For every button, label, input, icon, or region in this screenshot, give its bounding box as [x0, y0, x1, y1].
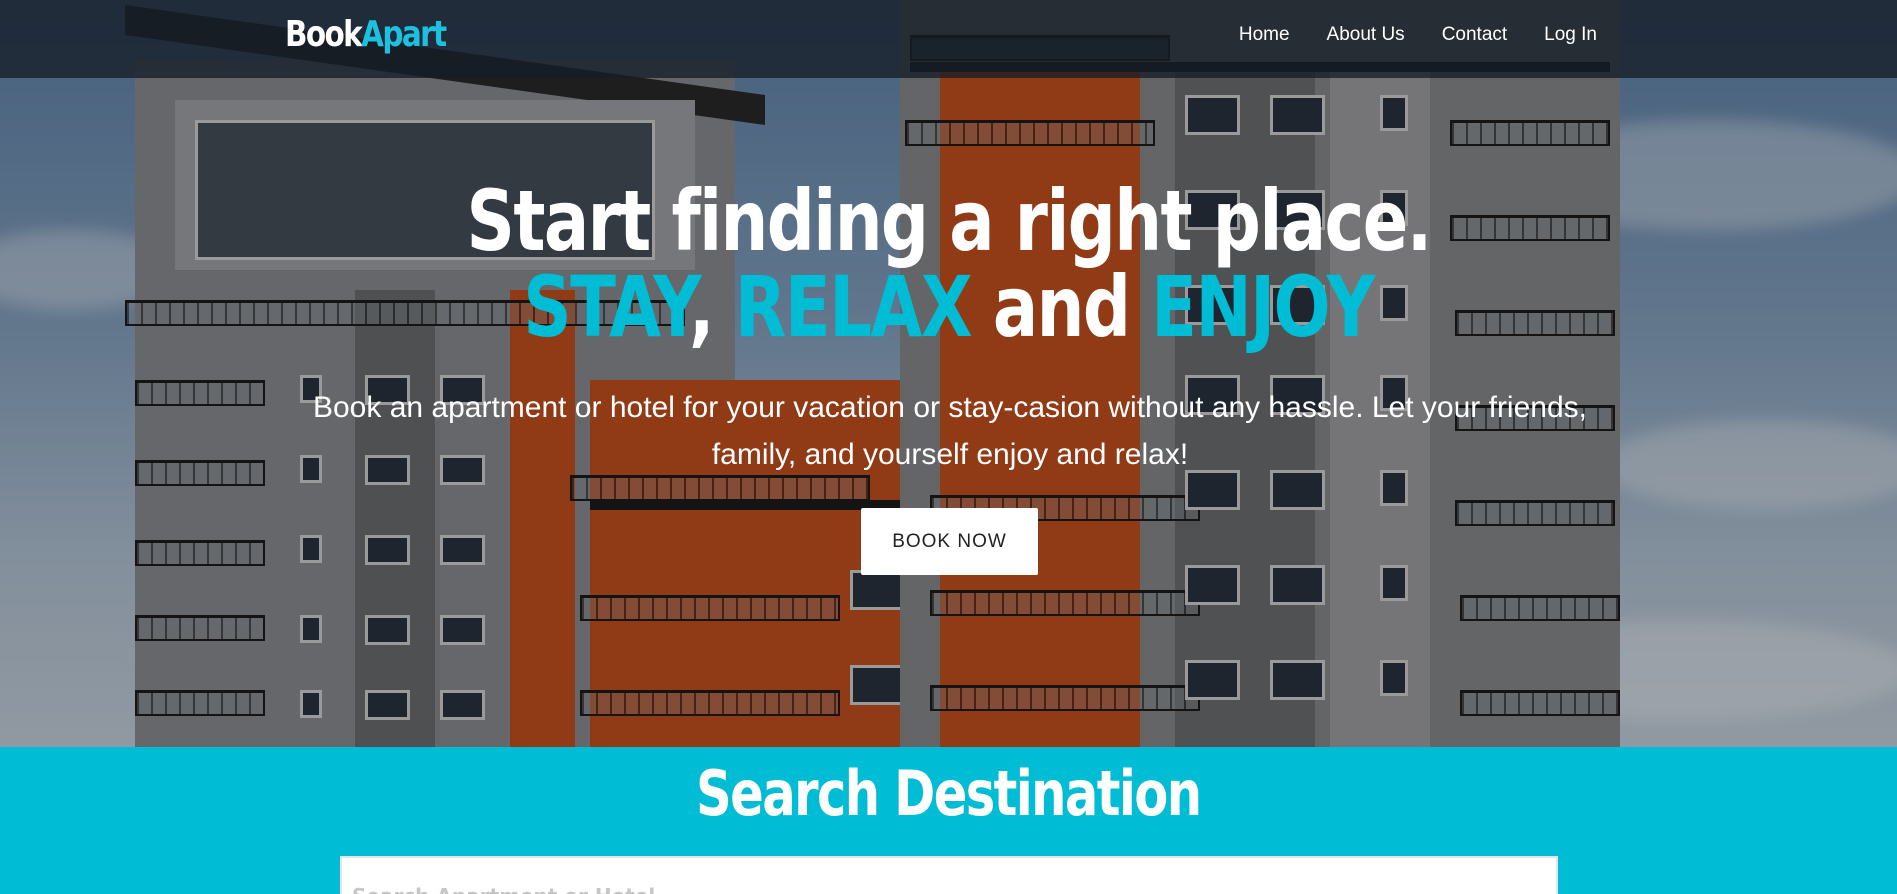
nav-link-contact[interactable]: Contact	[1442, 24, 1507, 46]
headline-separator-comma: ,	[689, 258, 735, 356]
search-section-title-text: Search Destination	[696, 757, 1202, 830]
headline-word-enjoy: ENJOY	[1151, 258, 1375, 356]
brand-logo[interactable]: BookApart	[285, 14, 447, 55]
nav-link-about-us[interactable]: About Us	[1327, 24, 1405, 46]
hero-headline-line1: Start finding a right place.	[0, 172, 1897, 270]
headline-separator-and: and	[971, 258, 1152, 356]
search-section: Search Destination	[0, 747, 1897, 894]
search-section-title: Search Destination	[0, 757, 1897, 830]
hero-headline-line2-text: STAY, RELAX and ENJOY	[523, 258, 1375, 356]
headline-word-stay: STAY	[523, 258, 690, 356]
nav-menu: Home About Us Contact Log In	[1202, 24, 1597, 46]
top-navbar: BookApart Home About Us Contact Log In	[0, 0, 1897, 78]
brand-logo-part1: Book	[285, 14, 363, 55]
brand-logo-part2: Apart	[361, 14, 447, 55]
hero-darken-overlay	[0, 0, 1897, 747]
nav-link-log-in[interactable]: Log In	[1544, 24, 1597, 46]
hero-background-image	[0, 0, 1897, 747]
hero-headline-line1-text: Start finding a right place.	[466, 172, 1432, 270]
hero-tagline: Book an apartment or hotel for your vaca…	[312, 391, 1587, 471]
headline-word-relax: RELAX	[734, 258, 973, 356]
book-now-button[interactable]: BOOK NOW	[861, 508, 1038, 575]
nav-link-home[interactable]: Home	[1239, 24, 1290, 46]
search-destination-input[interactable]	[340, 856, 1558, 894]
hero-headline-line2: STAY, RELAX and ENJOY	[0, 258, 1897, 356]
